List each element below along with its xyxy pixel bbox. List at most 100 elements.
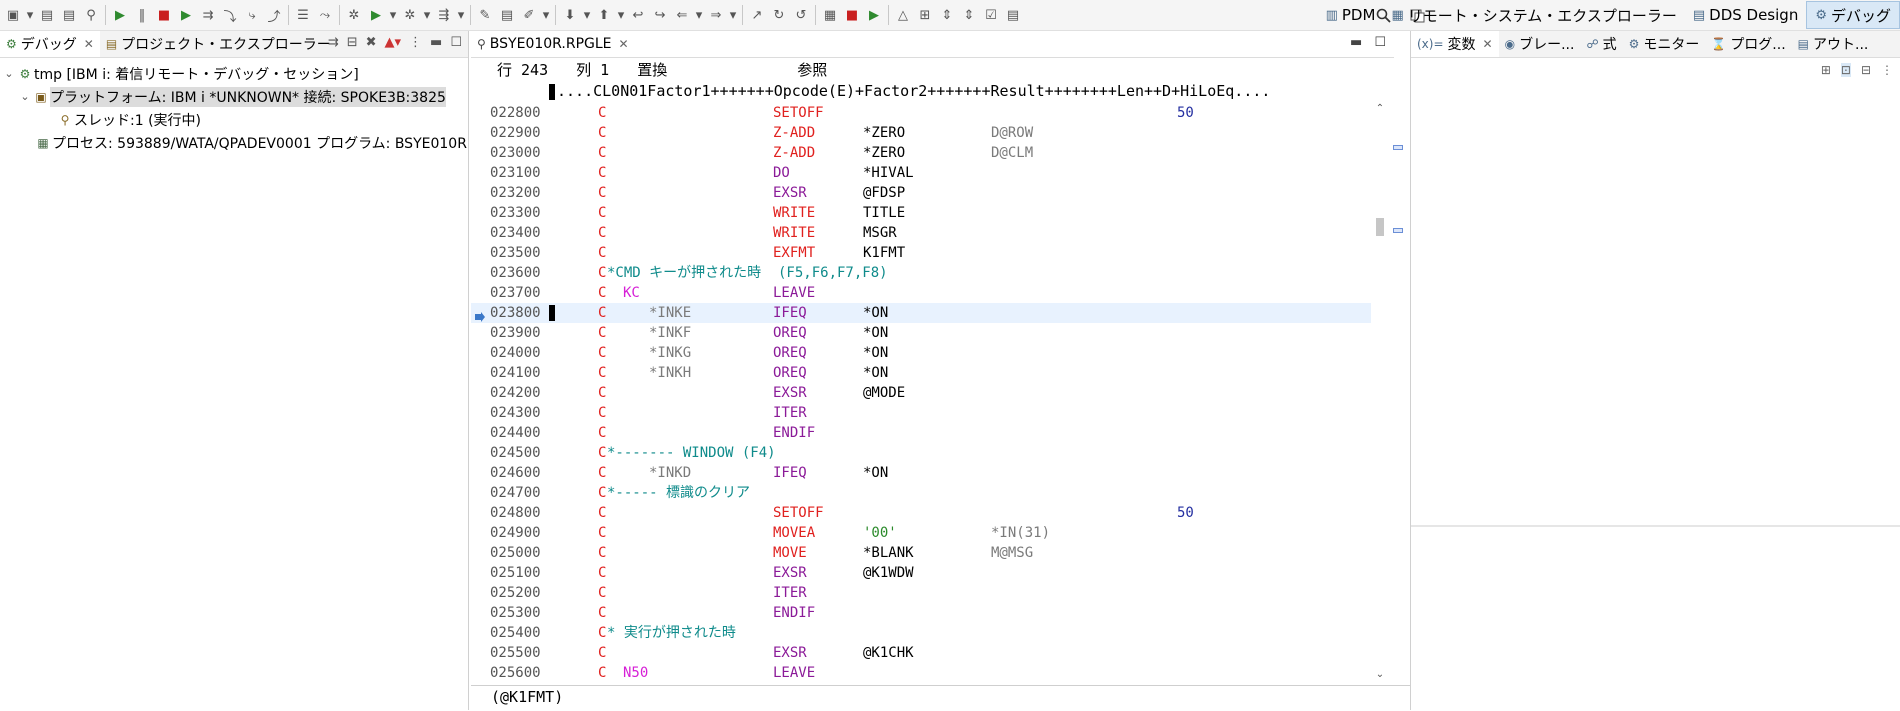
maximize-icon[interactable]: ☐ — [1374, 35, 1386, 50]
code-line[interactable]: 023900 C *INKF OREQ *ON — [471, 323, 1371, 343]
toolbar-button-icon[interactable]: ⇕ — [958, 3, 980, 27]
collapse-all-icon[interactable]: ⊟ — [1861, 63, 1871, 77]
toolbar-button-icon[interactable]: ⇕ — [936, 3, 958, 27]
show-logical-icon[interactable]: ⊡ — [1840, 63, 1851, 77]
tree-item-thread[interactable]: ⚲ スレッド:1 (実行中) — [0, 108, 468, 131]
tab-outline[interactable]: ▤ アウト... — [1792, 31, 1875, 57]
code-line[interactable]: 022900 C Z-ADD *ZERO D@ROW — [471, 123, 1371, 143]
code-line[interactable]: 023600 C *CMD キーが押された時 (F5,F6,F7,F8) — [471, 263, 1371, 283]
code-line[interactable]: 025300 C ENDIF — [471, 603, 1371, 623]
code-line[interactable]: 024300 C ITER — [471, 403, 1371, 423]
code-line[interactable]: 025000 C MOVE *BLANK M@MSG — [471, 543, 1371, 563]
toolbar-button-icon[interactable]: ⚲ — [80, 3, 102, 27]
perspective-1[interactable]: ▦ リモート・システム・エクスプローラー — [1383, 2, 1684, 28]
toolbar-button-icon[interactable]: ▶ — [863, 3, 885, 27]
collapse-icon[interactable]: ⊟ — [347, 35, 358, 50]
perspective-2[interactable]: ▤ DDS Design — [1685, 2, 1806, 28]
code-line[interactable]: 024700 C *----- 標識のクリア — [471, 483, 1371, 503]
toolbar-button-icon[interactable]: ▤ — [58, 3, 80, 27]
tree-item-process[interactable]: ▦ プロセス: 593889/WATA/QPADEV0001 プログラム: BS… — [0, 131, 468, 154]
toolbar-button-icon[interactable]: ▶ — [109, 3, 131, 27]
close-icon[interactable]: ✕ — [619, 37, 629, 51]
toolbar-button-icon[interactable]: ■ — [841, 3, 863, 27]
toolbar-button-icon[interactable]: ▤ — [496, 3, 518, 27]
tab-project-explorer[interactable]: ▤ プロジェクト・エクスプローラー — [100, 31, 337, 57]
toolbar-button-icon[interactable]: ⇐ — [671, 3, 693, 27]
code-line[interactable]: 024000 C *INKG OREQ *ON — [471, 343, 1371, 363]
toolbar-button-icon[interactable]: ▾ — [455, 3, 467, 27]
toolbar-button-icon[interactable]: ↻ — [768, 3, 790, 27]
toolbar-button-icon[interactable]: ↩ — [627, 3, 649, 27]
toolbar-button-icon[interactable]: ▶ — [365, 3, 387, 27]
code-line[interactable]: 023400 C WRITE MSGR — [471, 223, 1371, 243]
toolbar-button-icon[interactable]: ↗ — [746, 3, 768, 27]
tab-variables[interactable]: (x)= 変数 ✕ — [1411, 31, 1499, 57]
toolbar-button-icon[interactable]: ‖ — [131, 3, 153, 27]
code-line[interactable]: 023100 C DO *HIVAL — [471, 163, 1371, 183]
tree-item-platform[interactable]: ⌄ ▣ プラットフォーム: IBM i *UNKNOWN* 接続: SPOKE3… — [0, 85, 468, 108]
toolbar-button-icon[interactable]: ⤳ — [314, 3, 336, 27]
perspective-0[interactable]: ▥ PDM — [1318, 2, 1384, 28]
toolbar-button-icon[interactable]: ▤ — [1002, 3, 1024, 27]
toolbar-button-icon[interactable]: ✲ — [399, 3, 421, 27]
code-line[interactable]: 023700 C KC LEAVE — [471, 283, 1371, 303]
expand-arrow-icon[interactable]: ⌄ — [2, 67, 16, 80]
code-line[interactable]: 025100 C EXSR @K1WDW — [471, 563, 1371, 583]
code-line[interactable]: 023500 C EXFMT K1FMT — [471, 243, 1371, 263]
toolbar-button-icon[interactable]: ▾ — [24, 3, 36, 27]
toolbar-button-icon[interactable]: ⬆ — [593, 3, 615, 27]
show-types-icon[interactable]: ⊞ — [1821, 63, 1831, 77]
toolbar-button-icon[interactable]: ✐ — [518, 3, 540, 27]
toolbar-button-icon[interactable]: ▤ — [36, 3, 58, 27]
toolbar-button-icon[interactable]: ↺ — [790, 3, 812, 27]
tab-source-file[interactable]: ⚲ BSYE010R.RPGLE ✕ — [471, 31, 635, 57]
code-line[interactable]: 022800 C SETOFF 50 — [471, 103, 1371, 123]
view-menu-icon[interactable]: ⋮ — [409, 35, 422, 50]
toolbar-button-icon[interactable]: ▾ — [615, 3, 627, 27]
scroll-down-icon[interactable]: ⌄ — [1374, 669, 1386, 681]
toolbar-button-icon[interactable]: ▦ — [819, 3, 841, 27]
scroll-up-icon[interactable]: ⌃ — [1374, 103, 1386, 115]
resume-icon[interactable]: ⇉ — [328, 35, 339, 50]
code-line[interactable]: 023200 C EXSR @FDSP — [471, 183, 1371, 203]
code-line[interactable]: 025200 C ITER — [471, 583, 1371, 603]
code-line[interactable]: 023000 C Z-ADD *ZERO D@CLM — [471, 143, 1371, 163]
code-line[interactable]: 025600 C N50 LEAVE — [471, 663, 1371, 681]
toolbar-button-icon[interactable]: ⤴ — [263, 3, 285, 27]
toolbar-button-icon[interactable]: ⇒ — [705, 3, 727, 27]
remove-terminated-icon[interactable]: ✖ — [366, 35, 377, 50]
code-line[interactable]: 024800 C SETOFF 50 — [471, 503, 1371, 523]
toolbar-button-icon[interactable]: ▾ — [421, 3, 433, 27]
code-line[interactable]: 023300 C WRITE TITLE — [471, 203, 1371, 223]
code-line[interactable]: 024900 C MOVEA '00' *IN(31) — [471, 523, 1371, 543]
toolbar-button-icon[interactable]: ↪ — [649, 3, 671, 27]
maximize-icon[interactable]: ☐ — [450, 35, 462, 50]
code-line[interactable]: 024600 C *INKD IFEQ *ON — [471, 463, 1371, 483]
expand-arrow-icon[interactable]: ⌄ — [18, 90, 32, 103]
toolbar-button-icon[interactable]: ⤵ — [219, 3, 241, 27]
toolbar-button-icon[interactable]: ✎ — [474, 3, 496, 27]
toolbar-button-icon[interactable]: ▶ — [175, 3, 197, 27]
toolbar-button-icon[interactable]: ▣ — [2, 3, 24, 27]
code-area[interactable]: 022800 C SETOFF 50 022900 C Z-ADD *ZERO D@ROW 023… — [471, 103, 1371, 681]
toolbar-button-icon[interactable]: △ — [892, 3, 914, 27]
minimize-icon[interactable]: ▬ — [1350, 35, 1362, 50]
tab-breakpoints[interactable]: ◉ ブレー... — [1499, 31, 1581, 57]
toolbar-button-icon[interactable]: ☰ — [292, 3, 314, 27]
code-line[interactable]: 024400 C ENDIF — [471, 423, 1371, 443]
toolbar-button-icon[interactable]: ■ — [153, 3, 175, 27]
overview-marker[interactable] — [1393, 228, 1403, 233]
toolbar-button-icon[interactable]: ✲ — [343, 3, 365, 27]
tab-debug[interactable]: ⚙ デバッグ ✕ — [0, 31, 100, 57]
close-icon[interactable]: ✕ — [84, 37, 94, 51]
code-line[interactable]: 025400 C * 実行が押された時 — [471, 623, 1371, 643]
vertical-scrollbar[interactable]: ⌃ ⌄ — [1374, 103, 1386, 681]
toolbar-button-icon[interactable]: ⇶ — [433, 3, 455, 27]
toolbar-button-icon[interactable]: ▾ — [387, 3, 399, 27]
debug-launch-icon[interactable]: ▲▾ — [385, 35, 402, 50]
code-line[interactable]: 024200 C EXSR @MODE — [471, 383, 1371, 403]
close-icon[interactable]: ✕ — [1483, 37, 1493, 51]
code-line[interactable]: 025500 C EXSR @K1CHK — [471, 643, 1371, 663]
toolbar-button-icon[interactable]: ⊞ — [914, 3, 936, 27]
toolbar-button-icon[interactable]: ▾ — [727, 3, 739, 27]
